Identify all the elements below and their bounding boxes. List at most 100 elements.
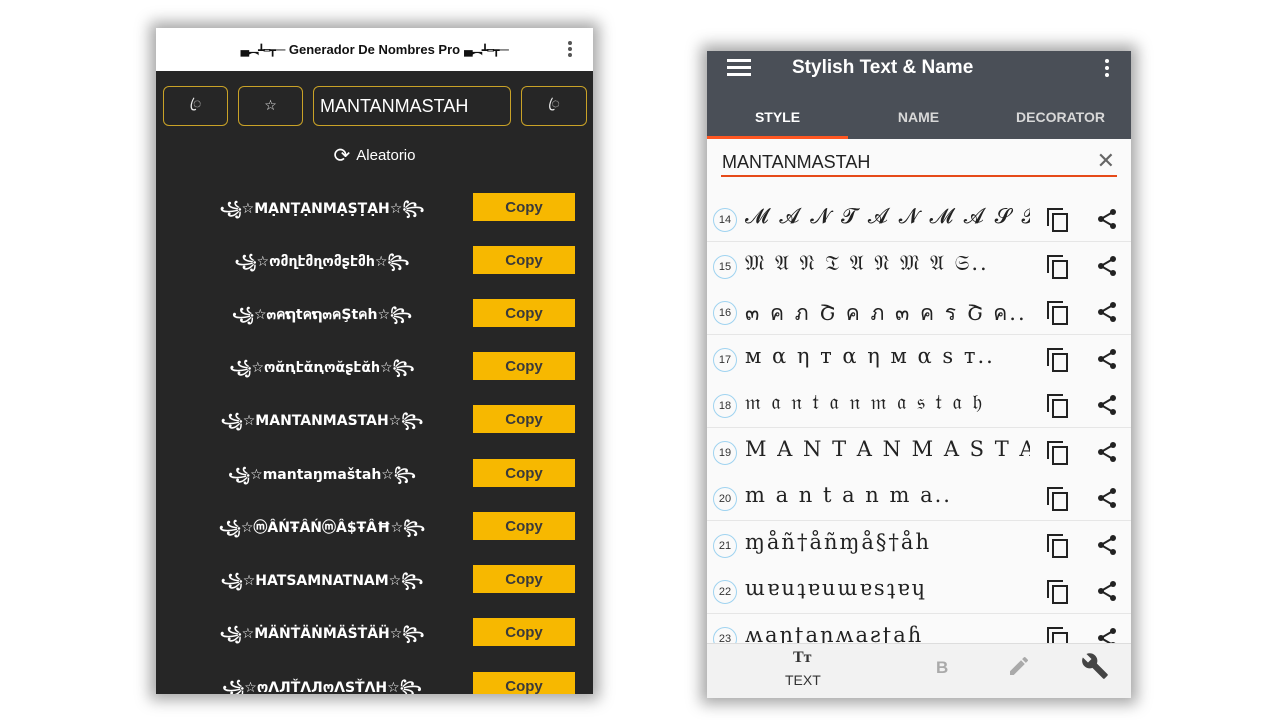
copy-icon[interactable] bbox=[1047, 301, 1069, 325]
name-input[interactable] bbox=[313, 86, 511, 126]
list-item: ꧁☆MẠNṬẠNMẠṢṬẠH☆꧂ Copy bbox=[156, 193, 593, 223]
bottom-navigation: Tт TEXT B bbox=[707, 643, 1131, 698]
text-input-area: ✕ bbox=[707, 139, 1131, 195]
generated-name: ꧁☆MANTANMASTAH☆꧂ bbox=[220, 413, 424, 429]
copy-button[interactable]: Copy bbox=[473, 512, 575, 540]
ornament-left-label: ꦿ bbox=[189, 95, 202, 112]
styled-text: M A N T A N M A S T A H bbox=[745, 436, 1030, 461]
style-row[interactable]: 22 ɯɐuʇɐuɯɐsʇɐɥ bbox=[707, 567, 1131, 614]
styled-text: ɯɐuʇɐuɯɐsʇɐɥ bbox=[745, 576, 928, 600]
copy-icon[interactable] bbox=[1047, 394, 1069, 418]
wrench-icon[interactable] bbox=[1081, 652, 1109, 680]
generated-name: ꧁☆ოΛЛŤΛЛოΛЅŤΛH☆꧂ bbox=[222, 680, 422, 694]
list-item: ꧁☆mantaŋmaštah☆꧂ Copy bbox=[156, 459, 593, 489]
ornament-right-label: ꦿ bbox=[548, 95, 560, 112]
close-icon[interactable]: ✕ bbox=[1097, 149, 1115, 174]
generated-name: ꧁☆MẠNṬẠNMẠṢṬẠH☆꧂ bbox=[219, 201, 425, 217]
left-phone-screen: ▄︻┻═┳一 Generador De Nombres Pro ▄︻┻═┳一 ꦿ… bbox=[156, 28, 593, 694]
share-icon[interactable] bbox=[1095, 440, 1119, 464]
right-app-bar: Stylish Text & Name bbox=[707, 51, 1131, 95]
generated-name: ꧁☆ṀÄṄṪÄṄṀÄṠṪÄḦ☆꧂ bbox=[219, 626, 425, 642]
styled-text: м α η т α η м α ѕ т.. bbox=[745, 343, 995, 368]
style-row[interactable]: 15 𝔐 𝔄 𝔑 𝔗 𝔄 𝔑 𝔐 𝔄 𝔖.. bbox=[707, 241, 1131, 289]
bold-icon[interactable]: B bbox=[936, 658, 948, 678]
refresh-icon: ⟳ bbox=[333, 145, 351, 167]
copy-icon[interactable] bbox=[1047, 533, 1069, 558]
copy-button[interactable]: Copy bbox=[473, 352, 575, 380]
tab-bar: STYLE NAME DECORATOR bbox=[707, 95, 1131, 139]
list-item: ꧁☆ⓜÂŃŦÂŃⓜÂ$ŦÂĦ☆꧂ Copy bbox=[156, 512, 593, 542]
generated-name: ꧁☆ⓜÂŃŦÂŃⓜÂ$ŦÂĦ☆꧂ bbox=[218, 520, 426, 536]
left-app-title: Generador De Nombres Pro bbox=[288, 42, 461, 57]
copy-button[interactable]: Copy bbox=[473, 565, 575, 593]
style-row[interactable]: 17 м α η т α η м α ѕ т.. bbox=[707, 334, 1131, 382]
row-number: 14 bbox=[713, 208, 737, 232]
left-input-row: ꦿ ☆ ꦿ bbox=[156, 71, 593, 133]
text-format-icon: Tт bbox=[793, 649, 812, 666]
ornament-left-button[interactable]: ꦿ bbox=[163, 86, 228, 126]
ornament-right-button[interactable]: ꦿ bbox=[521, 86, 587, 126]
generated-name: ꧁☆mantaŋmaštah☆꧂ bbox=[228, 467, 416, 483]
copy-button[interactable]: Copy bbox=[473, 299, 575, 327]
row-number: 21 bbox=[713, 533, 737, 558]
copy-icon[interactable] bbox=[1047, 208, 1069, 232]
left-app-header: ▄︻┻═┳一 Generador De Nombres Pro ▄︻┻═┳一 bbox=[156, 28, 593, 71]
row-number: 15 bbox=[713, 254, 737, 279]
copy-button[interactable]: Copy bbox=[473, 246, 575, 274]
copy-icon[interactable] bbox=[1047, 347, 1069, 372]
pencil-icon[interactable] bbox=[1007, 654, 1031, 678]
generated-name: ꧁☆ომղէმղომʂէმհ☆꧂ bbox=[234, 254, 410, 270]
copy-icon[interactable] bbox=[1047, 254, 1069, 279]
style-row[interactable]: 19 M A N T A N M A S T A H bbox=[707, 427, 1131, 475]
share-icon[interactable] bbox=[1095, 579, 1119, 603]
title-decoration-right: ▄︻┻═┳一 bbox=[464, 43, 509, 57]
copy-icon[interactable] bbox=[1047, 440, 1069, 465]
row-number: 19 bbox=[713, 440, 737, 465]
share-icon[interactable] bbox=[1095, 393, 1119, 417]
overflow-menu-icon[interactable] bbox=[561, 39, 579, 59]
generated-name: ꧁☆HATSAMNATNAM☆꧂ bbox=[220, 573, 424, 589]
styled-text: 𝔐 𝔄 𝔑 𝔗 𝔄 𝔑 𝔐 𝔄 𝔖.. bbox=[745, 250, 989, 275]
tab-decorator[interactable]: DECORATOR bbox=[990, 95, 1131, 139]
list-item: ꧁☆ოΛЛŤΛЛოΛЅŤΛH☆꧂ Copy bbox=[156, 672, 593, 694]
share-icon[interactable] bbox=[1095, 486, 1119, 510]
row-number: 17 bbox=[713, 347, 737, 372]
style-row[interactable]: 16 ๓ ค ภ Շ ค ภ ๓ ค ร Շ ค.. bbox=[707, 288, 1131, 335]
list-item: ꧁☆๓คຖtคຖ๓คŞtคh☆꧂ Copy bbox=[156, 299, 593, 329]
styled-text: m a n t a n m a.. bbox=[745, 483, 952, 507]
share-icon[interactable] bbox=[1095, 300, 1119, 324]
random-label: Aleatorio bbox=[356, 147, 416, 164]
share-icon[interactable] bbox=[1095, 533, 1119, 557]
list-item: ꧁☆ომղէმղომʂէმհ☆꧂ Copy bbox=[156, 246, 593, 276]
styled-text: 𝓜 𝓐 𝓝 𝓣 𝓐 𝓝 𝓜 𝓐 𝓢 𝓣.. bbox=[745, 204, 1030, 228]
share-icon[interactable] bbox=[1095, 347, 1119, 371]
right-phone-screen: Stylish Text & Name STYLE NAME DECORATOR… bbox=[707, 51, 1131, 698]
copy-button[interactable]: Copy bbox=[473, 459, 575, 487]
copy-button[interactable]: Copy bbox=[473, 193, 575, 221]
hamburger-menu-icon[interactable] bbox=[727, 59, 751, 77]
copy-button[interactable]: Copy bbox=[473, 405, 575, 433]
styled-text: ɱåñ†åñɱå§†åh bbox=[745, 529, 931, 554]
row-number: 22 bbox=[713, 580, 737, 604]
copy-button[interactable]: Copy bbox=[473, 672, 575, 694]
share-icon[interactable] bbox=[1095, 254, 1119, 278]
text-input[interactable] bbox=[721, 149, 1117, 177]
style-row[interactable]: 18 𝔪 𝔞 𝔫 𝔱 𝔞 𝔫 𝔪 𝔞 𝔰 𝔱 𝔞 𝔥 bbox=[707, 381, 1131, 428]
style-row[interactable]: 20 m a n t a n m a.. bbox=[707, 474, 1131, 521]
tab-name[interactable]: NAME bbox=[848, 95, 989, 139]
random-button[interactable]: ⟳ Aleatorio bbox=[156, 143, 593, 168]
row-number: 16 bbox=[713, 301, 737, 325]
overflow-menu-icon[interactable] bbox=[1103, 59, 1111, 77]
tab-style[interactable]: STYLE bbox=[707, 95, 848, 139]
share-icon[interactable] bbox=[1095, 207, 1119, 231]
style-row[interactable]: 21 ɱåñ†åñɱå§†åh bbox=[707, 520, 1131, 568]
copy-icon[interactable] bbox=[1047, 580, 1069, 604]
list-item: ꧁☆MANTANMASTAH☆꧂ Copy bbox=[156, 405, 593, 435]
style-row[interactable]: 14 𝓜 𝓐 𝓝 𝓣 𝓐 𝓝 𝓜 𝓐 𝓢 𝓣.. bbox=[707, 195, 1131, 242]
copy-button[interactable]: Copy bbox=[473, 618, 575, 646]
star-ornament-button[interactable]: ☆ bbox=[238, 86, 303, 126]
list-item: ꧁☆ṀÄṄṪÄṄṀÄṠṪÄḦ☆꧂ Copy bbox=[156, 618, 593, 648]
copy-icon[interactable] bbox=[1047, 487, 1069, 511]
generated-name: ꧁☆๓คຖtคຖ๓คŞtคh☆꧂ bbox=[232, 307, 412, 323]
row-number: 18 bbox=[713, 394, 737, 418]
